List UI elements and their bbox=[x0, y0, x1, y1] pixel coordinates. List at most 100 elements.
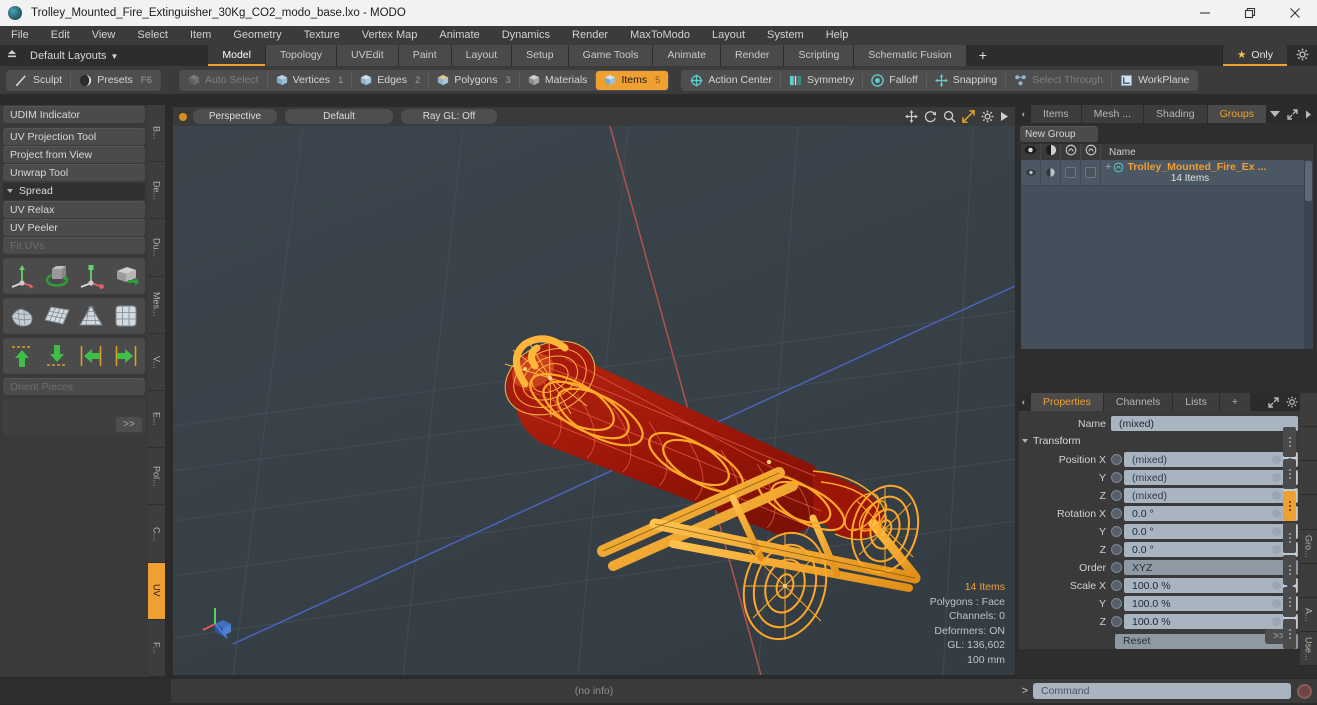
order-dropdown[interactable]: XYZ bbox=[1124, 560, 1298, 575]
right-vtab-6[interactable] bbox=[1300, 563, 1317, 597]
anim-dot-icon[interactable] bbox=[1272, 599, 1281, 608]
expand-plus-icon[interactable]: + bbox=[1105, 161, 1111, 173]
maximize-button[interactable] bbox=[1227, 0, 1272, 26]
menu-maxtomodo[interactable]: MaxToModo bbox=[619, 26, 701, 45]
symmetry-button[interactable]: Symmetry bbox=[781, 71, 862, 90]
layout-tab-schematic-fusion[interactable]: Schematic Fusion bbox=[854, 45, 966, 66]
properties-grip[interactable] bbox=[1283, 619, 1296, 649]
scale-z-field[interactable]: 100.0 %◂▸ bbox=[1124, 614, 1298, 629]
layout-selector[interactable]: Default Layouts ▼ bbox=[24, 50, 118, 62]
rotate-icon[interactable] bbox=[924, 110, 937, 123]
layout-tab-game-tools[interactable]: Game Tools bbox=[568, 45, 653, 66]
uv-shrink-icon[interactable] bbox=[5, 300, 39, 332]
left-vtab-b[interactable]: B... bbox=[148, 105, 165, 162]
anim-dot-icon[interactable] bbox=[1272, 545, 1281, 554]
row-lock-b-checkbox[interactable] bbox=[1081, 159, 1101, 186]
panel-dot-icon[interactable]: ◐ bbox=[1017, 109, 1031, 119]
tab-groups[interactable]: Groups bbox=[1207, 105, 1267, 123]
fit-uvs-button[interactable]: Fit UVs bbox=[3, 237, 145, 254]
left-vtab-f[interactable]: F... bbox=[148, 619, 165, 677]
left-vtab-c[interactable]: C... bbox=[148, 505, 165, 562]
channel-dot-icon[interactable] bbox=[1111, 598, 1122, 609]
properties-grip[interactable] bbox=[1283, 555, 1296, 585]
expand-panel-icon[interactable] bbox=[1287, 108, 1298, 120]
table-row[interactable]: + Trolley_Mounted_Fire_Ex ... 14 Items bbox=[1021, 159, 1313, 186]
edges-button[interactable]: Edges 2 bbox=[352, 71, 428, 90]
checkbox[interactable] bbox=[1065, 167, 1076, 178]
groups-list[interactable]: Name + Trolley_Mounted_Fire_Ex ... 14 It… bbox=[1021, 144, 1313, 349]
minimize-button[interactable] bbox=[1182, 0, 1227, 26]
scale-y-field[interactable]: 100.0 %◂▸ bbox=[1124, 596, 1298, 611]
anim-dot-icon[interactable] bbox=[1272, 527, 1281, 536]
command-input[interactable]: Command bbox=[1033, 683, 1291, 699]
menu-layout[interactable]: Layout bbox=[701, 26, 756, 45]
channel-dot-icon[interactable] bbox=[1111, 454, 1122, 465]
layout-tab-model[interactable]: Model bbox=[208, 45, 265, 66]
layout-tab-layout[interactable]: Layout bbox=[451, 45, 512, 66]
anim-dot-icon[interactable] bbox=[1272, 455, 1281, 464]
row-eye-toggle[interactable] bbox=[1021, 159, 1041, 186]
only-toggle-button[interactable]: ★ Only bbox=[1221, 45, 1288, 66]
gear-icon[interactable] bbox=[1287, 48, 1317, 64]
row-lock-a-checkbox[interactable] bbox=[1061, 159, 1081, 186]
channel-dot-icon[interactable] bbox=[1111, 562, 1122, 573]
project-from-view-button[interactable]: Project from View bbox=[3, 146, 145, 163]
snapping-button[interactable]: Snapping bbox=[927, 71, 1005, 90]
rotation-y-field[interactable]: 0.0 °◂▸ bbox=[1124, 524, 1298, 539]
materials-button[interactable]: Materials bbox=[520, 71, 596, 90]
layout-tab-paint[interactable]: Paint bbox=[398, 45, 451, 66]
tab-lists[interactable]: Lists bbox=[1173, 393, 1219, 411]
panel-menu-arrow-icon[interactable] bbox=[1305, 110, 1312, 119]
left-vtab-v[interactable]: V... bbox=[148, 333, 165, 391]
align-right-icon[interactable] bbox=[109, 340, 143, 372]
channel-dot-icon[interactable] bbox=[1111, 490, 1122, 501]
menu-render[interactable]: Render bbox=[561, 26, 619, 45]
properties-grip[interactable] bbox=[1283, 427, 1296, 457]
right-vtab-4[interactable] bbox=[1300, 495, 1317, 529]
orient-pieces-button[interactable]: Orient Pieces bbox=[3, 378, 145, 395]
uv-cone-unwrap-icon[interactable] bbox=[75, 300, 109, 332]
menu-file[interactable]: File bbox=[0, 26, 40, 45]
align-left-icon[interactable] bbox=[75, 340, 109, 372]
anim-dot-icon[interactable] bbox=[1272, 473, 1281, 482]
unwrap-tool-button[interactable]: Unwrap Tool bbox=[3, 164, 145, 181]
new-group-button[interactable]: New Group bbox=[1020, 126, 1098, 142]
menu-system[interactable]: System bbox=[756, 26, 815, 45]
menu-view[interactable]: View bbox=[81, 26, 127, 45]
menu-help[interactable]: Help bbox=[815, 26, 860, 45]
uv-peeler-button[interactable]: UV Peeler bbox=[3, 219, 145, 236]
uv-move-axis-icon[interactable] bbox=[5, 260, 39, 292]
left-vtab-mesh[interactable]: Mes... bbox=[148, 276, 165, 333]
menu-geometry[interactable]: Geometry bbox=[222, 26, 292, 45]
channel-dot-icon[interactable] bbox=[1111, 580, 1122, 591]
right-vtab-use[interactable]: Use... bbox=[1300, 631, 1317, 665]
uv-rotate-icon[interactable] bbox=[40, 260, 74, 292]
menu-vertex-map[interactable]: Vertex Map bbox=[351, 26, 429, 45]
menu-item[interactable]: Item bbox=[179, 26, 222, 45]
position-y-field[interactable]: (mixed)◂▸ bbox=[1124, 470, 1298, 485]
home-up-icon[interactable] bbox=[0, 49, 24, 63]
select-through-button[interactable]: Select Through bbox=[1006, 71, 1111, 90]
dropdown-caret-icon[interactable] bbox=[1270, 110, 1280, 118]
uv-projection-tool-button[interactable]: UV Projection Tool bbox=[3, 128, 145, 145]
checkbox[interactable] bbox=[1085, 167, 1096, 178]
channel-dot-icon[interactable] bbox=[1111, 544, 1122, 555]
layout-tab-animate[interactable]: Animate bbox=[653, 45, 720, 66]
groups-list-scrollbar[interactable] bbox=[1304, 160, 1313, 349]
align-up-icon[interactable] bbox=[5, 340, 39, 372]
viewport-shading-button[interactable]: Default bbox=[285, 109, 393, 124]
anim-dot-icon[interactable] bbox=[1272, 581, 1281, 590]
properties-grip[interactable] bbox=[1283, 587, 1296, 617]
udim-indicator-button[interactable]: UDIM Indicator bbox=[3, 106, 145, 123]
sculpt-button[interactable]: Sculpt bbox=[7, 71, 70, 90]
rotation-x-field[interactable]: 0.0 °◂▸ bbox=[1124, 506, 1298, 521]
auto-select-button[interactable]: Auto Select bbox=[180, 71, 267, 90]
tab-items[interactable]: Items bbox=[1031, 105, 1081, 123]
layout-tab-setup[interactable]: Setup bbox=[512, 45, 568, 66]
layout-tab-render[interactable]: Render bbox=[720, 45, 784, 66]
viewport-settings-icon[interactable] bbox=[981, 110, 994, 123]
add-properties-tab-button[interactable]: + bbox=[1219, 393, 1250, 411]
polygons-button[interactable]: Polygons 3 bbox=[429, 71, 519, 90]
uv-grid-plane-icon[interactable] bbox=[40, 300, 74, 332]
tab-mesh[interactable]: Mesh ... bbox=[1081, 105, 1144, 123]
